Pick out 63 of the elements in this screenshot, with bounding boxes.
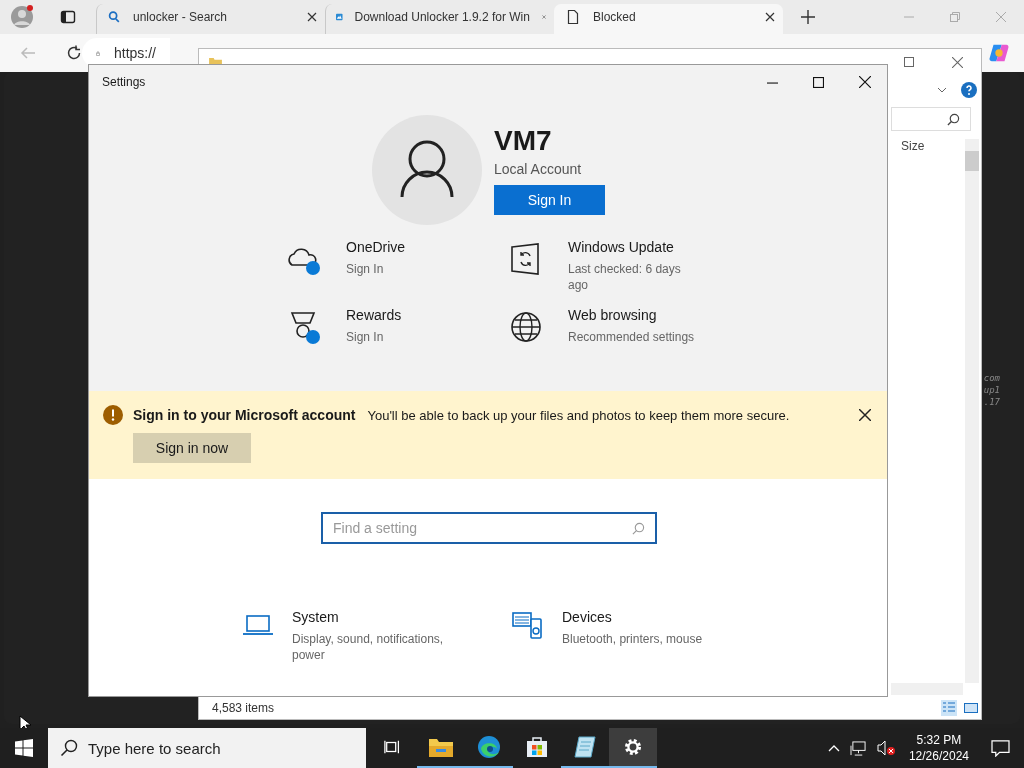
clock-time[interactable]: 5:32 PM — [916, 732, 962, 748]
tile-title[interactable]: Windows Update — [568, 239, 698, 255]
browser-tab[interactable]: Blocked — [554, 4, 783, 34]
search-icon — [107, 10, 121, 24]
tile-subtitle: Sign In — [346, 261, 385, 277]
tile-subtitle: Sign In — [346, 329, 385, 345]
copilot-icon[interactable] — [988, 42, 1010, 64]
close-icon[interactable] — [859, 76, 871, 88]
chevron-down-icon[interactable] — [937, 87, 947, 93]
search-icon — [947, 112, 960, 126]
account-type: Local Account — [494, 161, 583, 177]
search-field[interactable]: Find a setting — [321, 512, 657, 544]
close-icon[interactable] — [307, 12, 317, 22]
scrollbar[interactable] — [965, 139, 979, 683]
task-view-icon — [384, 738, 402, 756]
sign-in-button[interactable]: Sign In — [494, 185, 605, 215]
taskbar-button[interactable] — [609, 728, 657, 768]
notepad-icon — [573, 735, 597, 759]
warning-icon — [103, 405, 123, 425]
windows-logo-icon[interactable] — [15, 739, 33, 757]
status-text: 4,583 items — [212, 701, 275, 715]
tile-subtitle: Recommended settings — [568, 329, 696, 345]
banner-message: You'll be able to back up your files and photos to keep them more secure. — [367, 407, 790, 423]
console-text: com up1 .17 — [983, 372, 1000, 408]
category-subtitle: Display, sound, notifications, power — [292, 631, 445, 663]
search-placeholder: Type here to search — [88, 739, 221, 757]
tile-title[interactable]: Rewards — [346, 307, 476, 323]
taskbar-search-field[interactable]: Type here to search — [48, 728, 366, 768]
column-header[interactable]: Size — [901, 139, 925, 153]
tab-actions-icon[interactable] — [60, 9, 76, 25]
category-subtitle: Bluetooth, printers, mouse — [562, 631, 704, 647]
refresh-icon[interactable] — [66, 45, 82, 61]
browser-icon — [477, 735, 501, 759]
category-title[interactable]: Devices — [562, 609, 722, 625]
settings-icon — [622, 736, 644, 758]
search-icon — [632, 522, 645, 535]
address-text: https:// — [113, 45, 156, 61]
chevron-up-icon[interactable] — [827, 744, 840, 752]
store-icon — [525, 735, 549, 759]
search-icon — [60, 739, 78, 757]
maximize-icon[interactable] — [813, 76, 824, 88]
page-icon — [565, 9, 581, 25]
close-icon[interactable] — [765, 12, 775, 22]
avatar-icon — [372, 115, 482, 225]
help-icon[interactable] — [961, 82, 977, 98]
window-title: Settings — [102, 75, 146, 89]
devices-icon[interactable] — [512, 609, 544, 641]
thumbnail-view-icon[interactable] — [963, 700, 979, 716]
account-name: VM7 — [494, 125, 553, 157]
muted-speaker-icon[interactable] — [876, 740, 895, 756]
network-icon[interactable] — [849, 740, 867, 756]
new-tab-icon[interactable] — [801, 10, 815, 24]
notification-icon[interactable] — [991, 739, 1010, 757]
banner-title: Sign in to your Microsoft account — [133, 407, 356, 423]
clock-date[interactable]: 12/26/2024 — [908, 748, 969, 764]
profile-icon[interactable] — [10, 5, 34, 29]
tile-title[interactable]: OneDrive — [346, 239, 476, 255]
sign-in-now-button[interactable]: Sign in now — [133, 433, 251, 463]
folder-icon — [429, 737, 453, 757]
category-title[interactable]: System — [292, 609, 452, 625]
tile-title[interactable]: Web browsing — [568, 307, 698, 323]
tile-subtitle: Last checked: 6 days ago — [568, 261, 682, 293]
close-icon[interactable] — [859, 409, 871, 421]
